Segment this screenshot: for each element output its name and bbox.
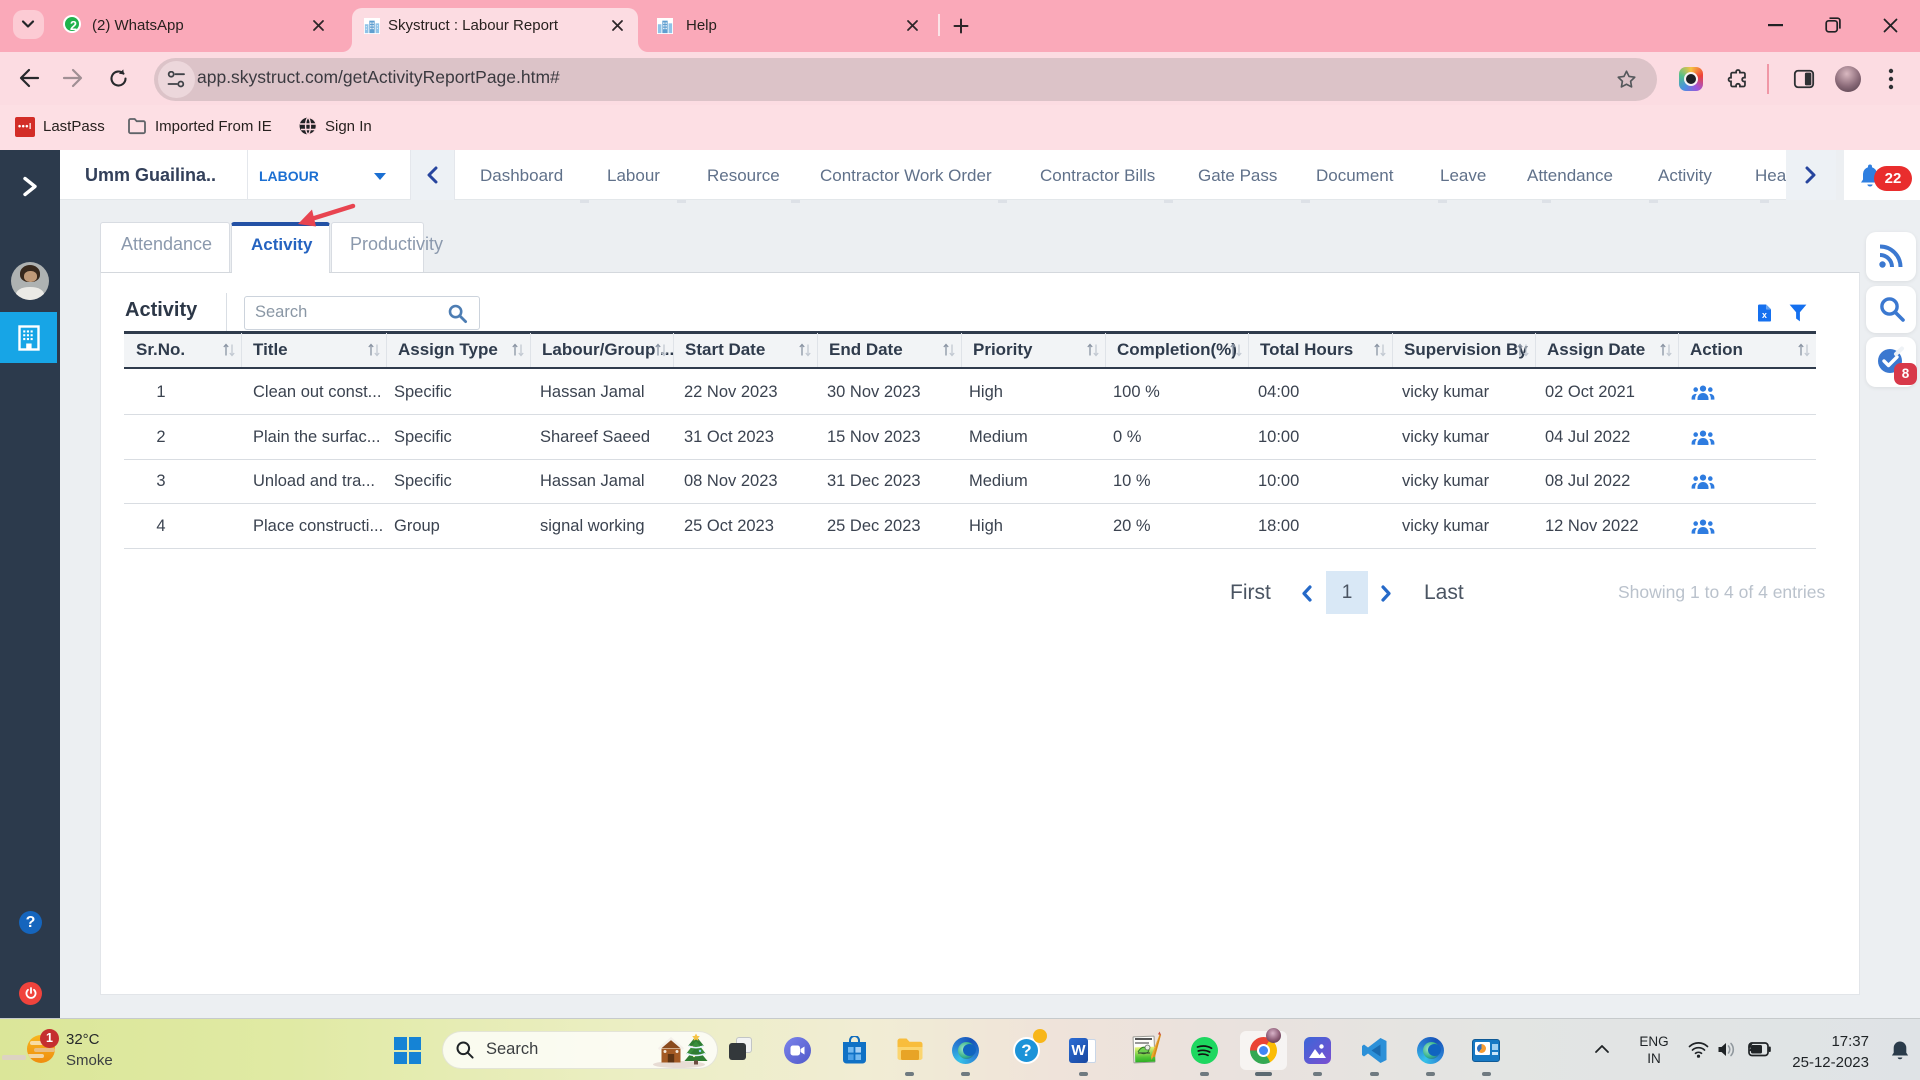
svg-text:x: x [1762,310,1767,320]
